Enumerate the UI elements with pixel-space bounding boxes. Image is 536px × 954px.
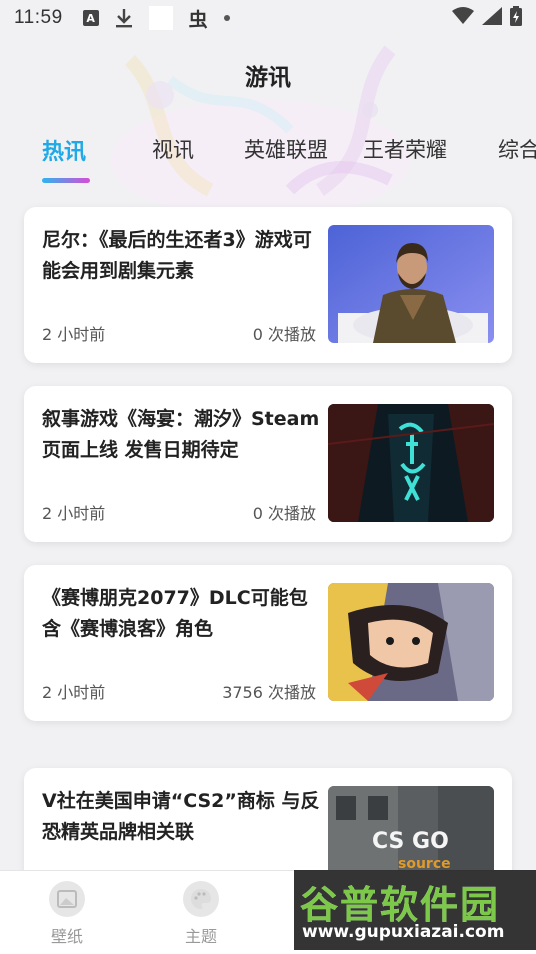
- news-thumbnail: [328, 225, 494, 343]
- news-card[interactable]: 《赛博朋克2077》DLC可能包含《赛博浪客》角色 2 小时前 3756 次播放: [24, 565, 512, 721]
- news-card[interactable]: 尼尔：《最后的生还者3》游戏可能会用到剧集元素 2 小时前 0 次播放: [24, 207, 512, 363]
- news-thumbnail: [328, 583, 494, 701]
- news-time: 2 小时前: [42, 683, 106, 702]
- news-title: 尼尔：《最后的生还者3》游戏可能会用到剧集元素: [42, 229, 312, 282]
- nav-theme[interactable]: 主题: [166, 881, 236, 947]
- news-play-count: 0 次播放: [252, 325, 316, 344]
- download-icon: [115, 8, 133, 28]
- watermark-title: 谷普软件园: [300, 883, 501, 927]
- nav-label: 壁纸: [50, 927, 83, 946]
- bug-icon: 虫: [188, 8, 208, 31]
- watermark-url: www.gupuxiazai.com: [302, 922, 505, 942]
- nav-wallpaper[interactable]: 壁纸: [32, 881, 102, 947]
- news-time: 2 小时前: [42, 325, 106, 344]
- news-play-count: 3756 次播放: [222, 683, 316, 702]
- wifi-icon: [452, 6, 474, 30]
- news-time: 2 小时前: [42, 504, 106, 523]
- tab-honor-of-kings[interactable]: 王者荣耀: [363, 134, 447, 164]
- tab-hot-news[interactable]: 热讯: [42, 134, 86, 166]
- text-a-icon: A: [82, 10, 99, 26]
- news-title: 《赛博朋克2077》DLC可能包含《赛博浪客》角色: [42, 587, 308, 640]
- tab-league-of-legends[interactable]: 英雄联盟: [244, 134, 328, 164]
- tab-video-news[interactable]: 视讯: [152, 134, 194, 164]
- theme-palette-icon: [183, 881, 219, 917]
- active-tab-indicator: [42, 178, 90, 183]
- category-tabs: 热讯 视讯 英雄联盟 王者荣耀 综合: [0, 128, 536, 188]
- page-title: 游讯: [245, 65, 291, 91]
- status-time: 11:59: [14, 7, 63, 28]
- battery-icon: [510, 5, 522, 31]
- site-watermark: 谷普软件园 www.gupuxiazai.com: [294, 870, 536, 950]
- news-title: 叙事游戏《海宴：潮汐》Steam页面上线 发售日期待定: [42, 408, 320, 461]
- news-play-count: 0 次播放: [252, 504, 316, 523]
- svg-text:CS GO: CS GO: [372, 829, 449, 854]
- wallpaper-icon: [49, 881, 85, 917]
- tab-general[interactable]: 综合: [498, 134, 536, 164]
- status-bar: 11:59 A 虫: [0, 0, 536, 36]
- cell-signal-icon: [482, 6, 502, 30]
- nav-label: 主题: [184, 927, 217, 946]
- notification-dot-icon: [223, 15, 230, 21]
- blank-square-icon: [148, 6, 173, 30]
- news-card[interactable]: 叙事游戏《海宴：潮汐》Steam页面上线 发售日期待定 2 小时前 0 次播放: [24, 386, 512, 542]
- news-title: V社在美国申请“CS2”商标 与反恐精英品牌相关联: [42, 790, 320, 843]
- news-thumbnail: [328, 404, 494, 522]
